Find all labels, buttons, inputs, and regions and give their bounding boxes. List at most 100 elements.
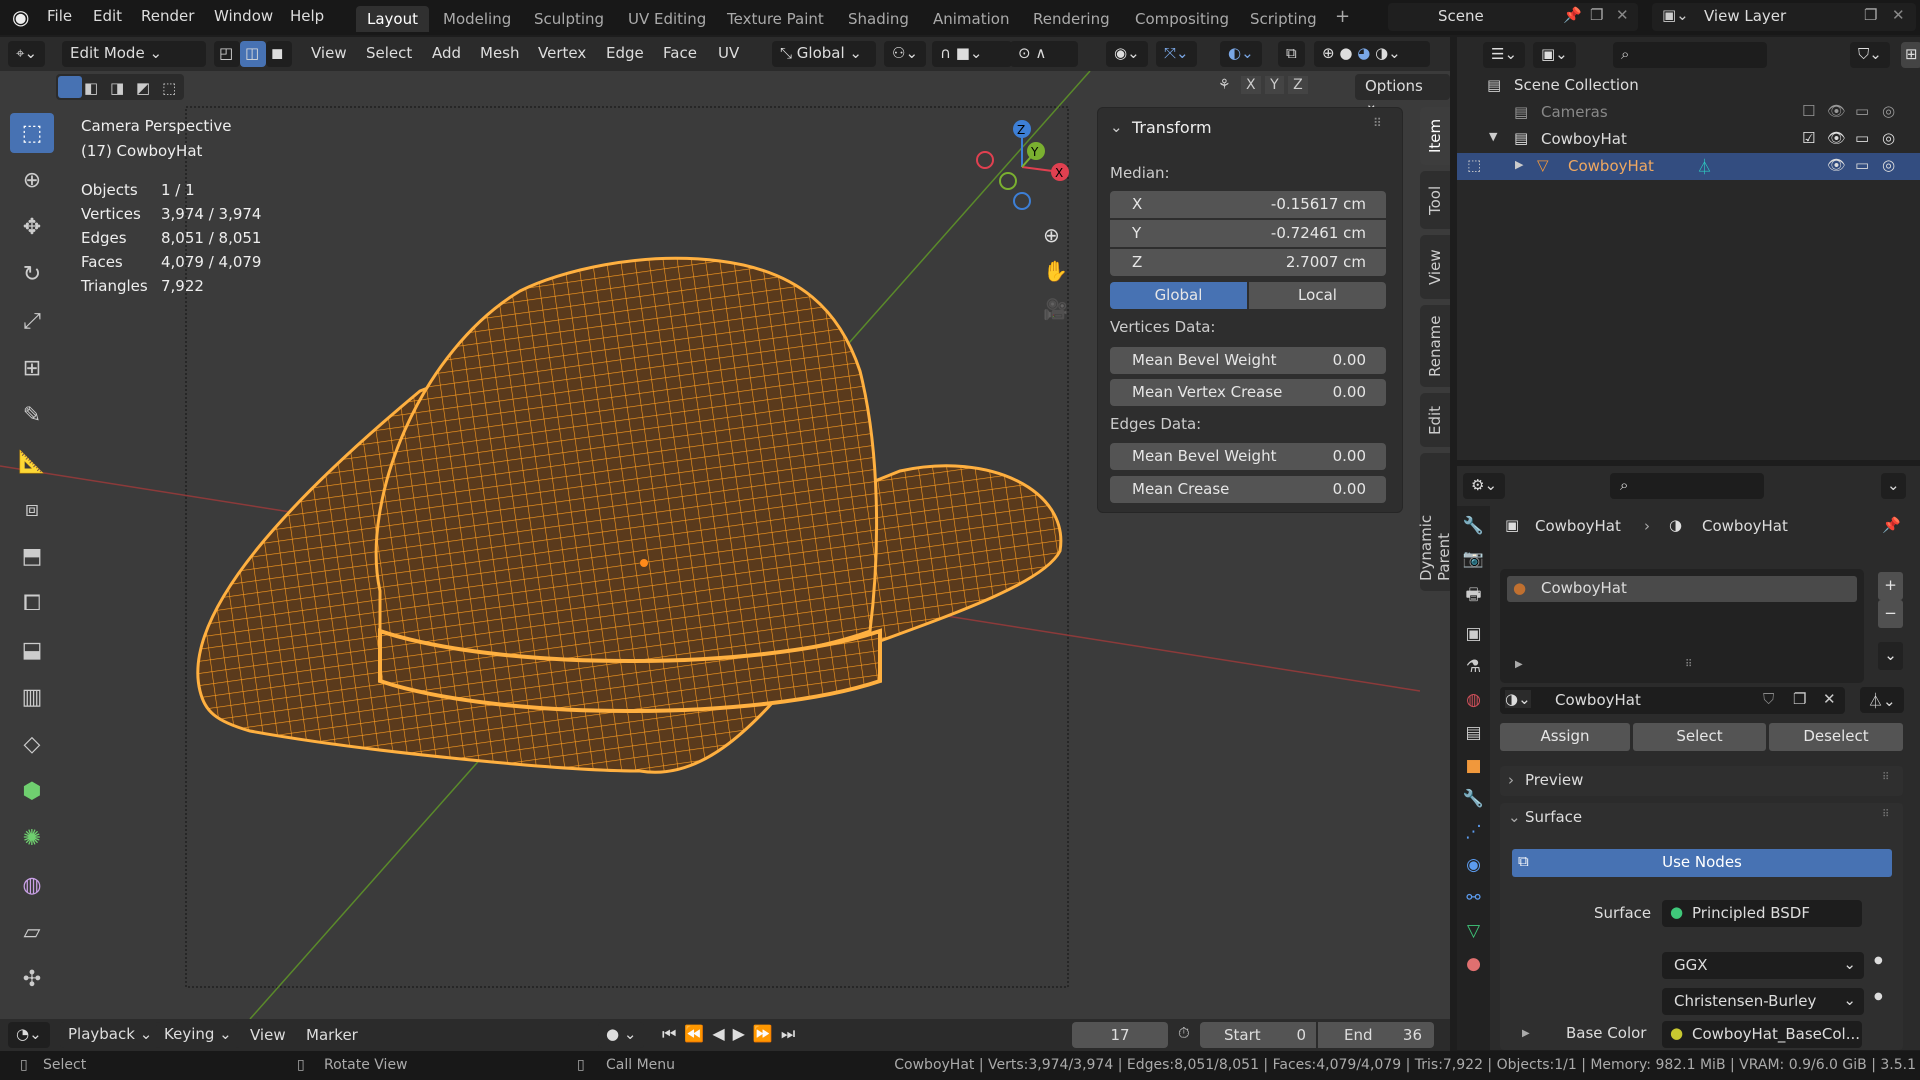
select-button[interactable]: Select: [1633, 723, 1766, 751]
scale-tool-icon[interactable]: ⤢: [10, 301, 54, 341]
unlink-material-icon[interactable]: ✕: [1823, 690, 1836, 708]
mean-vertex-crease-field[interactable]: Mean Vertex Crease 0.00: [1110, 379, 1386, 406]
camera-view-icon[interactable]: 🎥: [1043, 297, 1068, 321]
scene-tab-icon[interactable]: ⚗: [1466, 657, 1481, 677]
mean-bevel-weight-vertex-field[interactable]: Mean Bevel Weight 0.00: [1110, 347, 1386, 374]
menu-render[interactable]: Render: [141, 7, 194, 25]
cursor-tool-icon[interactable]: ⊕: [10, 160, 54, 200]
proportional-edit-icon[interactable]: ⊙ ∧: [1010, 41, 1078, 67]
surface-shader-field[interactable]: ● Principled BSDF: [1662, 900, 1862, 927]
outliner-row-scene-collection[interactable]: ▤ Scene Collection: [1457, 72, 1920, 99]
eye-icon[interactable]: 👁: [1827, 102, 1846, 120]
measure-tool-icon[interactable]: 📐: [10, 442, 54, 482]
menu-view[interactable]: View: [311, 44, 347, 62]
orientation-dropdown[interactable]: ⤡ Global ⌄: [772, 41, 876, 67]
spin-tool-icon[interactable]: ✺: [10, 818, 54, 858]
monitor-icon[interactable]: ▭: [1855, 102, 1869, 120]
modifier-tab-icon[interactable]: 🔧: [1463, 789, 1484, 809]
browse-material-icon[interactable]: ◑⌄: [1505, 690, 1531, 708]
select-intersect-icon[interactable]: ⬚: [162, 79, 176, 97]
loop-cut-tool-icon[interactable]: ▥: [10, 677, 54, 717]
mean-crease-field[interactable]: Mean Crease 0.00: [1110, 476, 1386, 503]
local-toggle[interactable]: Local: [1249, 282, 1386, 309]
add-slot-button[interactable]: +: [1878, 572, 1903, 600]
pivot-icon[interactable]: ⚇⌄: [884, 41, 927, 67]
butterfly-icon[interactable]: ⚘: [1218, 77, 1231, 93]
expand-arrow-icon[interactable]: ▼: [1489, 130, 1497, 143]
add-cube-tool-icon[interactable]: ⧈: [10, 489, 54, 529]
material-slot-list[interactable]: ● CowboyHat ▶ ⠿: [1500, 569, 1864, 683]
outliner-row-cowboyhat-collection[interactable]: ▼ ▤ CowboyHat ☑ 👁 ▭ ◎: [1457, 126, 1920, 153]
shading-modes[interactable]: ⊕ ● ◕ ◑⌄: [1314, 41, 1430, 67]
tab-view[interactable]: View: [1420, 235, 1450, 299]
mesh-data-tab-icon[interactable]: ▽: [1467, 921, 1480, 941]
expand-arrow-icon[interactable]: ▶: [1522, 1028, 1530, 1039]
render-tab-icon[interactable]: 📷: [1463, 549, 1484, 569]
end-frame-field[interactable]: End 36: [1318, 1022, 1434, 1048]
menu-help[interactable]: Help: [290, 7, 324, 25]
camera-render-icon[interactable]: ◎: [1882, 156, 1895, 174]
drag-handle-icon[interactable]: ⠿: [1882, 772, 1889, 783]
poly-build-tool-icon[interactable]: ⬢: [10, 771, 54, 811]
outliner-search-input[interactable]: ⌕: [1613, 42, 1767, 68]
add-workspace-icon[interactable]: +: [1335, 6, 1350, 27]
xray-icon[interactable]: ⧉: [1278, 41, 1305, 67]
snap-icon[interactable]: ∩ ■⌄: [932, 41, 1012, 67]
monitor-icon[interactable]: ▭: [1855, 129, 1869, 147]
tab-animation[interactable]: Animation: [922, 6, 1020, 32]
median-y-field[interactable]: Y -0.72461 cm: [1110, 220, 1386, 247]
face-select-icon[interactable]: ◼: [266, 41, 292, 67]
material-name-field[interactable]: CowboyHat: [1555, 691, 1641, 709]
menu-uv[interactable]: UV: [718, 44, 739, 62]
select-set-icon[interactable]: [58, 76, 82, 98]
collapse-chevron-icon[interactable]: ⌄: [1508, 808, 1521, 826]
editor-type-icon[interactable]: ⌖⌄: [8, 41, 46, 67]
physics-tab-icon[interactable]: ◉: [1466, 855, 1481, 875]
tab-edit[interactable]: Edit: [1420, 393, 1450, 447]
menu-mesh[interactable]: Mesh: [480, 44, 520, 62]
tab-texture-paint[interactable]: Texture Paint: [716, 6, 835, 32]
display-mode-icon[interactable]: ☰⌄: [1483, 42, 1526, 68]
new-scene-icon[interactable]: ❐: [1590, 6, 1603, 24]
vertex-select-icon[interactable]: ◰: [214, 41, 240, 67]
mirror-y[interactable]: Y: [1265, 76, 1284, 94]
material-selector[interactable]: ◑⌄ CowboyHat ⛉ ❐ ✕: [1500, 687, 1845, 714]
navigation-gizmo[interactable]: Z X Y: [976, 120, 1069, 210]
view-layer-filter-icon[interactable]: ▣⌄: [1533, 42, 1576, 68]
auto-keying-icon[interactable]: ● ⌄: [598, 1022, 645, 1048]
distribution-dropdown[interactable]: GGX ⌄: [1662, 952, 1864, 979]
edge-select-icon[interactable]: ◫: [240, 41, 266, 67]
drag-handle-icon[interactable]: ⠿: [1882, 809, 1889, 820]
gizmo-icon[interactable]: ⤧⌄: [1156, 41, 1197, 67]
pin-icon[interactable]: 📌: [1882, 516, 1901, 534]
marker-menu[interactable]: Marker: [306, 1026, 358, 1044]
zoom-icon[interactable]: ⊕: [1043, 223, 1060, 247]
select-extend-icon[interactable]: ◧: [84, 79, 98, 97]
scene-selector[interactable]: Scene 📌 ❐ ✕: [1388, 3, 1638, 31]
menu-select[interactable]: Select: [366, 44, 412, 62]
expand-arrow-icon[interactable]: ▶: [1515, 158, 1523, 171]
shrink-fatten-tool-icon[interactable]: ✣: [10, 959, 54, 999]
playback-menu[interactable]: Playback ⌄: [60, 1022, 161, 1048]
collapse-chevron-icon[interactable]: ⌄: [1110, 118, 1123, 136]
fake-user-shield-icon[interactable]: ⛉: [1763, 690, 1774, 708]
timeline-view-menu[interactable]: View: [250, 1026, 286, 1044]
smooth-tool-icon[interactable]: ◍: [10, 865, 54, 905]
outliner-row-cameras[interactable]: ▤ Cameras ☐ 👁 ▭ ◎: [1457, 99, 1920, 126]
mesh-data-icon[interactable]: ⏃: [1697, 156, 1712, 177]
edge-slide-tool-icon[interactable]: ▱: [10, 912, 54, 952]
tab-layout[interactable]: Layout: [356, 6, 429, 32]
pin-icon[interactable]: 📌: [1563, 6, 1582, 24]
tab-compositing[interactable]: Compositing: [1124, 6, 1240, 32]
material-tab-icon[interactable]: ●: [1466, 954, 1481, 974]
filter-icon[interactable]: ⛉⌄: [1850, 42, 1890, 68]
panel-title[interactable]: Transform: [1132, 118, 1212, 137]
extrude-tool-icon[interactable]: ⬒: [10, 536, 54, 576]
overlay-icon[interactable]: ◐⌄: [1220, 41, 1262, 67]
material-slot[interactable]: ● CowboyHat: [1507, 576, 1857, 602]
select-box-tool-icon[interactable]: ⬚: [10, 113, 54, 153]
duplicate-material-icon[interactable]: ❐: [1793, 690, 1806, 708]
slot-specials-button[interactable]: ⌄: [1878, 642, 1903, 670]
tool-settings-tab-icon[interactable]: 🔧: [1463, 516, 1484, 536]
start-frame-field[interactable]: Start 0: [1200, 1022, 1316, 1048]
